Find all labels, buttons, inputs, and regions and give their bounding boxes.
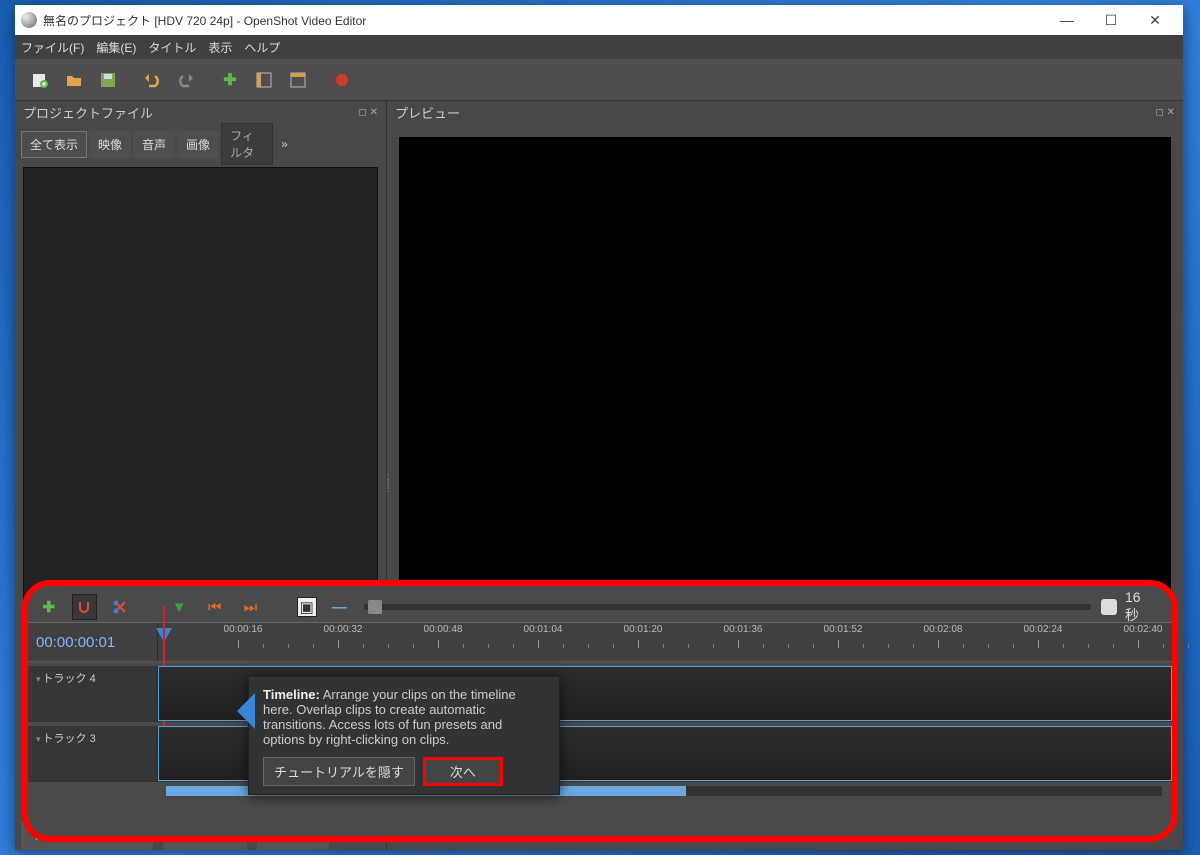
track-header[interactable]: トラック 3 [28,726,158,781]
timeline-panel: ✚ ▼ ⏮ ⏭ ▣ — 16秒 00:00:00:01 00:00:1600:0… [22,580,1178,842]
zoom-in-icon[interactable] [1101,599,1117,615]
zoom-out-icon[interactable]: — [327,594,353,620]
filter-image[interactable]: 画像 [177,131,219,158]
next-marker-icon[interactable]: ⏭ [238,594,264,620]
menu-file[interactable]: ファイル(F) [21,39,84,56]
next-tutorial-button[interactable]: 次へ [423,757,503,786]
profile-icon[interactable] [249,65,279,95]
timeline-ruler[interactable]: 00:00:1600:00:3200:00:4800:01:0400:01:20… [158,623,1172,661]
menu-help[interactable]: ヘルプ [244,39,280,56]
menubar: ファイル(F) 編集(E) タイトル 表示 ヘルプ [15,35,1183,59]
panel-detach-icon[interactable]: ◻ ✕ [359,107,378,118]
window-title: 無名のプロジェクト [HDV 720 24p] - OpenShot Video… [43,12,366,29]
open-project-icon[interactable] [59,65,89,95]
menu-title[interactable]: タイトル [148,39,196,56]
filter-audio[interactable]: 音声 [133,131,175,158]
filter-tabs: 全て表示 映像 音声 画像 フィルタ » [15,129,386,159]
save-project-icon[interactable] [93,65,123,95]
preview-header: プレビュー [395,103,460,122]
project-files-header: プロジェクトファイル [23,103,153,122]
menu-view[interactable]: 表示 [208,39,232,56]
filter-video[interactable]: 映像 [89,131,131,158]
import-files-icon[interactable]: ✚ [215,65,245,95]
redo-icon[interactable] [171,65,201,95]
center-playhead-icon[interactable]: ▣ [297,597,317,617]
app-icon [21,12,37,28]
filter-show-all[interactable]: 全て表示 [21,131,87,158]
hide-tutorial-button[interactable]: チュートリアルを隠す [263,757,415,786]
panel-detach-icon[interactable]: ◻ ✕ [1156,107,1175,118]
filter-text-input[interactable]: フィルタ [221,123,273,165]
zoom-slider[interactable] [364,604,1091,610]
export-icon[interactable] [327,65,357,95]
timecode-display[interactable]: 00:00:00:01 [28,623,158,661]
prev-marker-icon[interactable]: ⏮ [202,594,228,620]
snap-icon[interactable] [72,594,98,620]
timeline-toolbar: ✚ ▼ ⏮ ⏭ ▣ — 16秒 [28,592,1172,622]
titlebar[interactable]: 無名のプロジェクト [HDV 720 24p] - OpenShot Video… [15,5,1183,35]
zoom-slider-knob[interactable] [368,600,382,614]
tutorial-arrow-icon [219,693,255,729]
maximize-button[interactable]: ☐ [1089,6,1133,34]
new-project-icon[interactable] [25,65,55,95]
add-track-icon[interactable]: ✚ [36,594,62,620]
fullscreen-icon[interactable] [283,65,313,95]
add-marker-icon[interactable]: ▼ [166,594,192,620]
undo-icon[interactable] [137,65,167,95]
track-header[interactable]: トラック 4 [28,666,158,721]
tutorial-popup: Timeline: Arrange your clips on the time… [248,676,560,795]
track-row: トラック 3 [28,726,1172,782]
zoom-seconds-label: 16秒 [1125,589,1154,625]
splitter-handle[interactable]: ⋮⋮⋮ [383,476,389,504]
main-toolbar: ✚ [15,59,1183,101]
track-row: トラック 4 [28,666,1172,722]
minimize-button[interactable]: — [1045,6,1089,34]
close-button[interactable]: ✕ [1133,6,1177,34]
razor-icon[interactable] [107,594,133,620]
menu-edit[interactable]: 編集(E) [96,39,136,56]
tutorial-text: Timeline: Arrange your clips on the time… [263,687,545,747]
filter-more-icon[interactable]: » [281,137,288,151]
tracks-area: トラック 4 トラック 3 [28,662,1172,782]
